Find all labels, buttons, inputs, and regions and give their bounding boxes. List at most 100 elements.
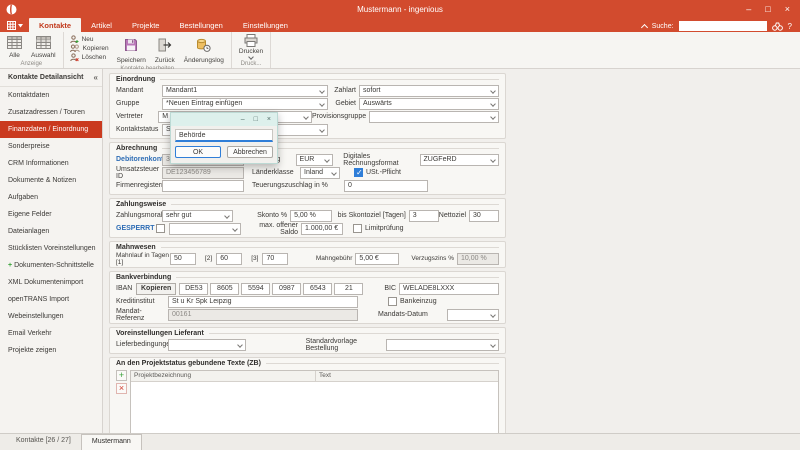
auswahl-button[interactable]: Auswahl (28, 33, 59, 60)
section-title: Abrechnung (116, 145, 157, 152)
bottom-tab-kontakte[interactable]: Kontakte [26 / 27] (6, 434, 81, 450)
ustpflicht-checkbox[interactable] (354, 168, 363, 177)
iban-segment-6[interactable] (334, 283, 363, 295)
mahngebuehr-input[interactable] (355, 253, 399, 265)
iban-segment-1[interactable] (179, 283, 208, 295)
iban-kopieren-button[interactable]: Kopieren (136, 283, 176, 295)
delete-row-button[interactable]: × (116, 383, 127, 394)
mahnstufe1-input[interactable] (170, 253, 196, 265)
sidebar-item-kontaktdaten[interactable]: Kontaktdaten (0, 87, 102, 104)
teuerung-label: Teuerungszuschlag in % (252, 182, 344, 189)
sidebar-item-zusatzadressen[interactable]: Zusatzadressen / Touren (0, 104, 102, 121)
zahlungsmoral-select[interactable]: sehr gut (162, 210, 233, 222)
iban-segment-3[interactable] (241, 283, 270, 295)
kreditinstitut-input[interactable] (168, 296, 358, 308)
limitpruefung-checkbox[interactable] (353, 224, 362, 233)
teuerung-input[interactable] (344, 180, 428, 192)
sidebar-item-dokumenten-schnittstelle[interactable]: +Dokumenten-Schnittstelle (0, 257, 102, 274)
dialog-maximize-icon[interactable]: □ (254, 116, 258, 123)
kopieren-button[interactable]: Kopieren (70, 44, 109, 53)
collapse-ribbon-icon[interactable] (641, 24, 648, 31)
mandats-datum-select[interactable] (447, 309, 499, 321)
add-row-button[interactable]: + (116, 370, 127, 381)
drucken-button[interactable]: Drucken (236, 33, 266, 60)
skonto-input[interactable] (290, 210, 332, 222)
collapse-sidebar-icon[interactable]: « (94, 73, 98, 82)
speichern-button[interactable]: Speichern (114, 33, 149, 65)
provisionsgruppe-select[interactable] (369, 111, 499, 123)
binoculars-icon[interactable] (772, 22, 783, 31)
verzugszins-label: Verzugszins % (411, 255, 457, 262)
sidebar-item-stuecklisten[interactable]: Stücklisten Voreinstellungen (0, 240, 102, 257)
ustid-input[interactable] (162, 167, 244, 179)
gruppe-select[interactable]: *Neuen Eintrag einfügen (162, 98, 328, 110)
tab-artikel[interactable]: Artikel (81, 18, 122, 32)
mandat-referenz-input[interactable] (168, 309, 358, 321)
close-icon[interactable]: × (785, 4, 790, 14)
gebiet-select[interactable]: Auswärts (359, 98, 499, 110)
iban-segment-5[interactable] (303, 283, 332, 295)
sidebar-item-projekte-zeigen[interactable]: Projekte zeigen (0, 342, 102, 359)
maximize-icon[interactable]: □ (765, 4, 770, 14)
app-menu-button[interactable] (0, 21, 29, 32)
mahnstufe3-input[interactable] (262, 253, 288, 265)
dialog-close-icon[interactable]: × (267, 116, 271, 123)
zurueck-button[interactable]: Zurück (152, 33, 178, 65)
iban-segment-4[interactable] (272, 283, 301, 295)
gesperrt-checkbox[interactable] (156, 224, 165, 233)
loeschen-button[interactable]: Löschen (70, 53, 109, 62)
tab-bestellungen[interactable]: Bestellungen (169, 18, 232, 32)
zahlart-select[interactable]: sofort (359, 85, 499, 97)
laenderklasse-select[interactable]: Inland (300, 167, 340, 179)
ok-button[interactable]: OK (175, 146, 221, 158)
waehrung-select[interactable]: EUR (296, 154, 334, 166)
tab-einstellungen[interactable]: Einstellungen (233, 18, 298, 32)
aenderungslog-button[interactable]: Änderungslog (181, 33, 227, 65)
bankeinzug-checkbox[interactable] (388, 297, 397, 306)
dialog-minimize-icon[interactable]: – (241, 116, 245, 123)
debitorenkonto-link[interactable]: Debitorenkonto (116, 156, 162, 163)
dialog-titlebar: – □ × (171, 113, 277, 126)
abbrechen-button[interactable]: Abbrechen (227, 146, 273, 158)
tab-kontakte[interactable]: Kontakte (29, 18, 81, 32)
sidebar-item-crm[interactable]: CRM Informationen (0, 155, 102, 172)
lieferbedingungen-select[interactable] (168, 339, 246, 351)
firmenregister-input[interactable] (162, 180, 244, 192)
help-icon[interactable]: ? (788, 22, 792, 31)
sidebar-item-dateianlagen[interactable]: Dateianlagen (0, 223, 102, 240)
gesperrt-label: GESPERRT (116, 225, 156, 232)
mandant-select[interactable]: Mandant1 (162, 85, 328, 97)
neu-button[interactable]: Neu (70, 35, 109, 44)
sidebar-item-email-verkehr[interactable]: Email Verkehr (0, 325, 102, 342)
saldo-input[interactable] (301, 223, 343, 235)
sidebar-item-dokumente[interactable]: Dokumente & Notizen (0, 172, 102, 189)
minimize-icon[interactable]: – (746, 4, 751, 14)
skontoziel-input[interactable] (409, 210, 439, 222)
gruppe-value: *Neuen Eintrag einfügen (166, 100, 242, 107)
sidebar-item-eigene-felder[interactable]: Eigene Felder (0, 206, 102, 223)
iban-segment-2[interactable] (210, 283, 239, 295)
nettoziel-input[interactable] (469, 210, 499, 222)
skontoziel-label: bis Skontoziel [Tagen] (332, 212, 409, 219)
column-text[interactable]: Text (316, 371, 498, 381)
sidebar-item-aufgaben[interactable]: Aufgaben (0, 189, 102, 206)
rechnungsformat-select[interactable]: ZUGFeRD (420, 154, 499, 166)
sidebar-item-finanzdaten[interactable]: Finanzdaten / Einordnung (0, 121, 102, 138)
column-projektbezeichnung[interactable]: Projektbezeichnung (131, 371, 316, 381)
sidebar-item-xml-import[interactable]: XML Dokumentenimport (0, 274, 102, 291)
sperrgrund-select[interactable] (169, 223, 241, 235)
gebiet-label: Gebiet (335, 100, 359, 107)
standardvorlage-select[interactable] (386, 339, 499, 351)
dialog-text-input[interactable]: Behörde (175, 129, 273, 142)
projekttexte-table[interactable]: Projektbezeichnung Text (130, 370, 499, 439)
bic-input[interactable] (399, 283, 499, 295)
sidebar-item-sonderpreise[interactable]: Sonderpreise (0, 138, 102, 155)
mahnstufe2-input[interactable] (216, 253, 242, 265)
tab-projekte[interactable]: Projekte (122, 18, 170, 32)
search-input[interactable] (679, 21, 767, 31)
sidebar-item-opentrans[interactable]: openTRANS Import (0, 291, 102, 308)
bottom-tab-mustermann[interactable]: Mustermann (81, 434, 142, 450)
verzugszins-input[interactable] (457, 253, 499, 265)
sidebar-item-webeinstellungen[interactable]: Webeinstellungen (0, 308, 102, 325)
alle-button[interactable]: Alle (4, 33, 25, 60)
